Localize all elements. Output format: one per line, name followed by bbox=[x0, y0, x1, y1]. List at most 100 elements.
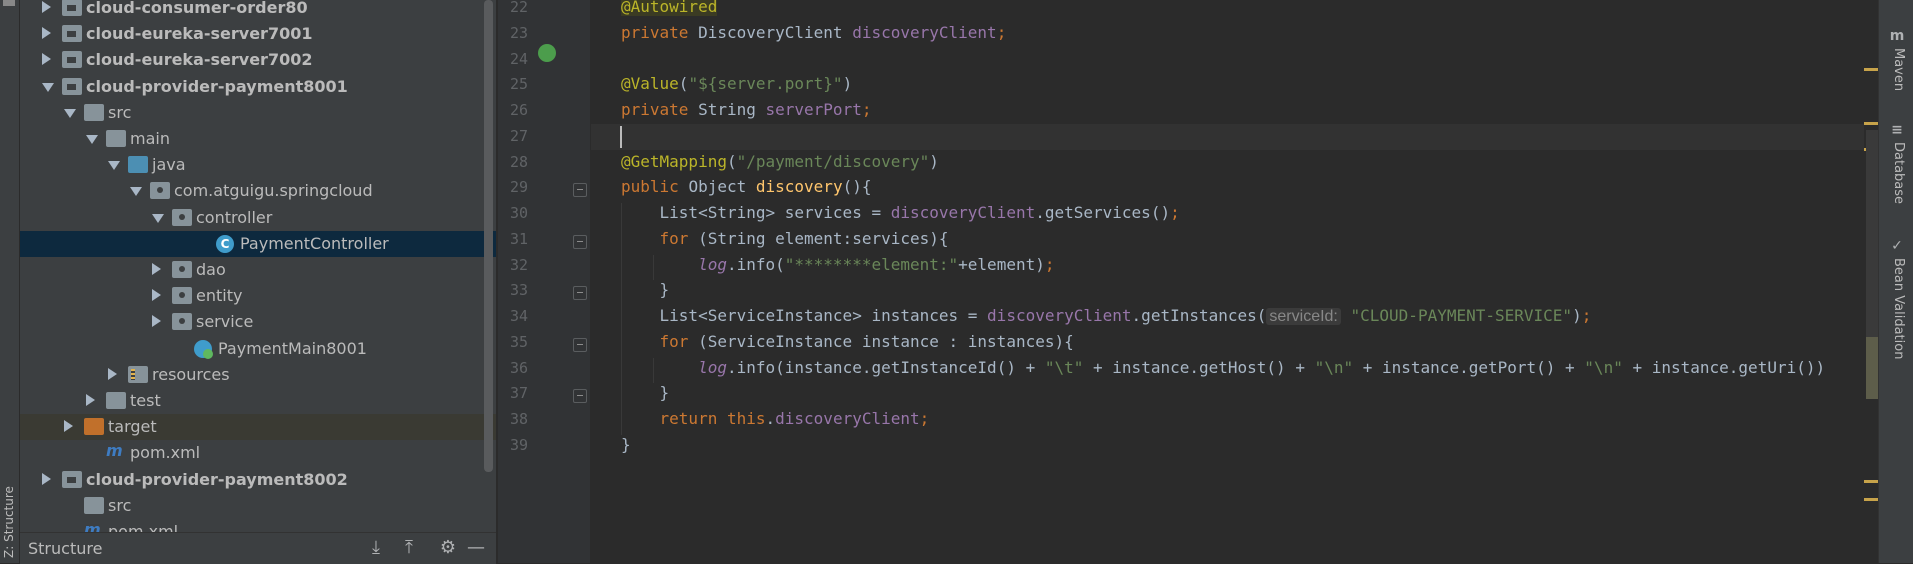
code-line[interactable]: log.info(instance.getInstanceId() + "\t"… bbox=[621, 358, 1825, 384]
code-line[interactable]: @Value("${server.port}") bbox=[621, 74, 852, 100]
code-token: "/payment/discovery" bbox=[736, 151, 930, 171]
collapse-all-icon[interactable]: ⤒ bbox=[398, 537, 420, 559]
right-tab-maven[interactable]: m Maven bbox=[1879, 28, 1913, 108]
tree-item[interactable]: service bbox=[20, 309, 496, 335]
left-tool-strip: Z: Structure bbox=[0, 0, 20, 563]
tree-item-label: cloud-consumer-order80 bbox=[86, 0, 308, 17]
chevron-down-icon[interactable] bbox=[64, 108, 76, 118]
stripe-mark bbox=[1864, 68, 1878, 71]
chevron-right-icon[interactable] bbox=[152, 289, 161, 302]
tree-item-label: src bbox=[108, 102, 132, 122]
tree-item[interactable]: cloud-provider-payment8001 bbox=[20, 74, 496, 100]
tree-item[interactable]: cloud-eureka-server7001 bbox=[20, 21, 496, 47]
chevron-right-icon[interactable] bbox=[86, 394, 95, 406]
z-structure-tab[interactable]: Z: Structure bbox=[2, 468, 17, 558]
code-line[interactable]: for (String element:services){ bbox=[621, 229, 949, 255]
text-caret bbox=[620, 125, 622, 148]
code-token: (){ bbox=[842, 177, 872, 197]
project-tree-panel: cloud-consumer-order80 cloud-eureka-serve… bbox=[20, 0, 496, 532]
code-line[interactable]: private String serverPort; bbox=[621, 100, 871, 126]
fold-marker-icon[interactable] bbox=[573, 337, 587, 352]
tree-item-label: PaymentController bbox=[240, 233, 389, 253]
chevron-right-icon[interactable] bbox=[42, 1, 51, 13]
chevron-down-icon[interactable] bbox=[108, 161, 120, 171]
chevron-down-icon[interactable] bbox=[86, 135, 98, 144]
code-line[interactable]: return this.discoveryClient; bbox=[621, 409, 930, 435]
tree-item[interactable]: src bbox=[20, 100, 496, 126]
code-token: private bbox=[621, 100, 699, 119]
tree-item[interactable]: main bbox=[20, 126, 496, 152]
code-line[interactable]: log.info("********element:"+element); bbox=[621, 255, 1054, 281]
chevron-down-icon[interactable] bbox=[130, 187, 142, 197]
chevron-right-icon[interactable] bbox=[42, 53, 51, 66]
folder-icon bbox=[84, 103, 104, 121]
stripe-mark bbox=[1864, 498, 1878, 501]
code-area[interactable]: @Autowired private DiscoveryClient discov… bbox=[591, 0, 1878, 563]
code-token: ) bbox=[1572, 306, 1582, 325]
tree-item[interactable]: m pom.xml bbox=[20, 519, 496, 532]
tree-item[interactable]: cloud-provider-payment8002 bbox=[20, 467, 496, 493]
code-line[interactable]: List<ServiceInstance> instances = discov… bbox=[621, 306, 1591, 332]
code-line[interactable]: } bbox=[621, 383, 670, 409]
tree-item[interactable]: cloud-eureka-server7002 bbox=[20, 47, 496, 73]
code-line[interactable]: List<String> services = discoveryClient.… bbox=[621, 203, 1180, 229]
tree-item[interactable]: src bbox=[20, 493, 496, 519]
code-line[interactable]: for (ServiceInstance instance : instance… bbox=[621, 332, 1074, 358]
gear-icon[interactable]: ⚙ bbox=[437, 537, 459, 559]
tree-item[interactable]: com.atguigu.springcloud bbox=[20, 178, 496, 204]
code-line[interactable]: @GetMapping("/payment/discovery") bbox=[621, 152, 939, 178]
tree-item[interactable]: C PaymentController bbox=[20, 230, 496, 257]
chevron-right-icon[interactable] bbox=[108, 367, 117, 380]
code-line[interactable]: private DiscoveryClient discoveryClient; bbox=[621, 23, 1006, 49]
tree-item[interactable]: controller bbox=[20, 205, 496, 231]
right-tab-label: Bean Validation bbox=[1891, 258, 1906, 360]
tree-item[interactable]: cloud-consumer-order80 bbox=[20, 0, 496, 21]
fold-marker-icon[interactable] bbox=[573, 389, 587, 404]
right-tab-database[interactable]: ≡ Database bbox=[1879, 122, 1913, 204]
tree-item-label: test bbox=[130, 391, 161, 410]
project-scrollbar[interactable] bbox=[484, 0, 493, 472]
tree-item[interactable]: resources bbox=[20, 362, 496, 388]
tree-item[interactable]: PaymentMain8001 bbox=[20, 336, 496, 362]
package-icon bbox=[172, 208, 192, 226]
chevron-right-icon[interactable] bbox=[152, 315, 161, 328]
chevron-right-icon[interactable] bbox=[152, 263, 161, 275]
minimize-icon[interactable]: — bbox=[465, 537, 487, 559]
chevron-right-icon[interactable] bbox=[64, 420, 73, 433]
tree-item[interactable]: java bbox=[20, 152, 496, 178]
code-line[interactable]: } bbox=[621, 435, 631, 461]
code-line[interactable]: } bbox=[621, 280, 670, 306]
expand-all-icon[interactable]: ⤓ bbox=[365, 537, 387, 559]
code-token: ; bbox=[1581, 306, 1592, 325]
right-tab-label: Maven bbox=[1891, 48, 1906, 92]
editor-gutter: 22 23 24 25 26 27 28 29 30 31 32 33 34 35 36 37 38 39 bbox=[498, 0, 590, 563]
chevron-right-icon[interactable] bbox=[42, 27, 51, 40]
module-folder-icon bbox=[62, 25, 82, 43]
code-editor[interactable]: 22 23 24 25 26 27 28 29 30 31 32 33 34 35 36 37 38 39 @Au… bbox=[498, 0, 1878, 563]
fold-marker-icon[interactable] bbox=[573, 183, 587, 198]
fold-marker-icon[interactable] bbox=[573, 286, 587, 301]
code-token: .getServices() bbox=[1035, 203, 1171, 222]
chevron-right-icon[interactable] bbox=[42, 472, 51, 485]
tree-item-label: cloud-provider-payment8001 bbox=[86, 76, 348, 96]
tree-item[interactable]: m pom.xml bbox=[20, 440, 496, 466]
error-stripe[interactable] bbox=[1864, 0, 1878, 563]
tree-item[interactable]: target bbox=[20, 414, 496, 441]
code-token: log bbox=[698, 357, 727, 377]
code-line[interactable]: public Object discovery(){ bbox=[621, 177, 871, 203]
tree-item[interactable]: test bbox=[20, 388, 496, 414]
bean-autowire-icon[interactable] bbox=[538, 44, 556, 62]
code-line[interactable]: @Autowired bbox=[621, 0, 718, 23]
tree-item-label: src bbox=[108, 495, 132, 515]
chevron-down-icon[interactable] bbox=[152, 213, 164, 223]
chevron-down-icon[interactable] bbox=[42, 82, 54, 92]
code-token: "CLOUD-PAYMENT-SERVICE" bbox=[1340, 306, 1573, 325]
tree-item[interactable]: dao bbox=[20, 257, 496, 283]
right-tab-bean-validation[interactable]: ✓ Bean Validation bbox=[1879, 238, 1913, 368]
fold-marker-icon[interactable] bbox=[573, 234, 587, 249]
tree-item-label: entity bbox=[196, 286, 243, 306]
tree-item[interactable]: entity bbox=[20, 283, 496, 309]
maven-icon: m bbox=[106, 441, 123, 461]
z-structure-label: Z: Structure bbox=[2, 486, 16, 558]
